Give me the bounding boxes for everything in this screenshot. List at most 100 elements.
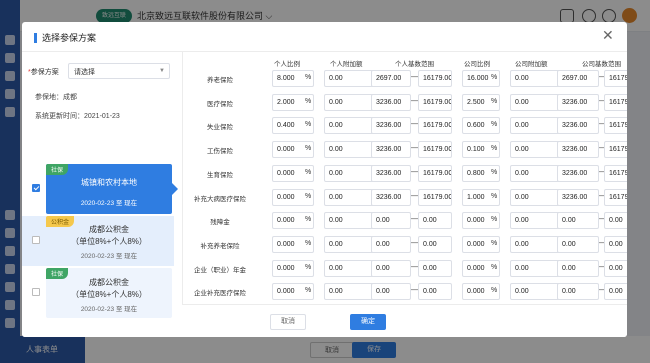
plan-rate: （单位8%+个人8%）	[71, 290, 147, 299]
c-add-input[interactable]: 0.00	[510, 212, 560, 230]
plan-card-body[interactable]: 公积金 成都公积金 （单位8%+个人8%） 2020-02-23 至 现在	[46, 216, 172, 266]
c-add-input[interactable]: 0.00	[510, 117, 560, 135]
p-add-input[interactable]: 0.00	[324, 117, 376, 135]
c-min-input[interactable]: 3236.00	[557, 188, 599, 206]
insurance-name: 生育保险	[207, 171, 233, 179]
table-row: 养老保险 8.000% 0.00 2697.00—16179.0C 16.000% 0.0…	[190, 67, 627, 91]
update-time: 系统更新时间：2021-01-23	[35, 113, 120, 120]
c-min-input[interactable]: 3236.00	[557, 164, 599, 182]
table-row: 工伤保险 0.000% 0.00 3236.00—16179.0C 0.100% 0.00…	[190, 138, 627, 162]
c-min-input[interactable]: 0.00	[557, 212, 599, 230]
percent-sign: %	[491, 74, 498, 81]
plan-checkbox[interactable]	[32, 236, 40, 244]
c-max-input[interactable]: 16179.0C	[604, 117, 627, 135]
c-min-input[interactable]: 3236.00	[557, 117, 599, 135]
c-add-input[interactable]: 0.00	[510, 235, 560, 253]
percent-sign: %	[491, 192, 498, 200]
plan-card[interactable]: 社保 成都公积金 （单位8%+个人8%） 2020-02-23 至 现在	[22, 268, 174, 318]
p-max-input[interactable]: 16179.0C	[418, 141, 452, 159]
close-icon[interactable]: ✕	[602, 27, 614, 44]
plan-card[interactable]: 社保 城镇和农村本地 2020-02-23 至 现在	[22, 164, 178, 214]
plan-checkbox[interactable]	[32, 288, 40, 296]
insurance-name: 残障金	[210, 219, 230, 227]
c-min-input[interactable]: 2697.00	[557, 70, 599, 87]
plan-card[interactable]: 公积金 成都公积金 （单位8%+个人8%） 2020-02-23 至 现在	[22, 216, 174, 266]
insurance-name: 企业（职业）年金	[194, 266, 246, 274]
c-max-input[interactable]: 0.00	[604, 259, 627, 277]
p-min-input[interactable]: 3236.00	[371, 141, 411, 159]
c-max-input[interactable]: 0.00	[604, 283, 627, 301]
plan-card-body[interactable]: 社保 城镇和农村本地 2020-02-23 至 现在	[46, 164, 172, 214]
p-add-input[interactable]: 0.00	[324, 235, 376, 253]
scheme-label: *参保方案	[28, 67, 59, 77]
plan-card-body[interactable]: 社保 成都公积金 （单位8%+个人8%） 2020-02-23 至 现在	[46, 268, 172, 318]
p-add-input[interactable]: 0.00	[324, 283, 376, 301]
p-add-input[interactable]: 0.00	[324, 188, 376, 206]
c-add-input[interactable]: 0.00	[510, 93, 560, 111]
plan-date: 2020-02-23 至 现在	[80, 306, 138, 313]
percent-sign: %	[305, 263, 312, 271]
c-max-input[interactable]: 0.00	[604, 235, 627, 253]
c-add-input[interactable]: 0.00	[510, 70, 560, 87]
percent-sign: %	[491, 216, 498, 224]
plan-checkbox-checked[interactable]	[32, 184, 40, 192]
p-min-input[interactable]: 3236.00	[371, 164, 411, 182]
p-max-input[interactable]: 0.00	[418, 235, 452, 253]
chevron-down-icon: ▼	[159, 68, 165, 74]
c-max-input[interactable]: 16179.0C	[604, 141, 627, 159]
c-max-input[interactable]: 16179.0C	[604, 93, 627, 111]
c-min-input[interactable]: 3236.00	[557, 93, 599, 111]
c-min-input[interactable]: 0.00	[557, 283, 599, 301]
p-min-input[interactable]: 3236.00	[371, 93, 411, 111]
p-add-input[interactable]: 0.00	[324, 259, 376, 277]
c-min-input[interactable]: 0.00	[557, 235, 599, 253]
percent-sign: %	[305, 97, 312, 105]
p-max-input[interactable]: 0.00	[418, 259, 452, 277]
scheme-label-text: 参保方案	[30, 69, 59, 76]
p-add-input[interactable]: 0.00	[324, 70, 376, 87]
p-max-input[interactable]: 16179.0C	[418, 117, 452, 135]
p-min-input[interactable]: 0.00	[371, 259, 411, 277]
insured-location: 参保地：成都	[35, 94, 77, 101]
select-scheme-dialog: 选择参保方案 ✕ *参保方案 请选择 ▼ 参保地：成都 系统更新时间：2021-0…	[22, 22, 627, 337]
p-max-input[interactable]: 0.00	[418, 283, 452, 301]
percent-sign: %	[305, 192, 312, 200]
percent-sign: %	[305, 145, 312, 153]
scheme-select[interactable]: 请选择 ▼	[68, 63, 170, 79]
p-max-input[interactable]: 16179.0C	[418, 93, 452, 111]
p-add-input[interactable]: 0.00	[324, 212, 376, 230]
title-accent	[34, 33, 37, 43]
c-min-input[interactable]: 0.00	[557, 259, 599, 277]
table-row: 补充大病医疗保险 0.000% 0.00 3236.00—16179.0C 1.000%…	[190, 186, 627, 210]
p-max-input[interactable]: 16179.0C	[418, 164, 452, 182]
c-max-input[interactable]: 16179.0C	[604, 188, 627, 206]
c-add-input[interactable]: 0.00	[510, 283, 560, 301]
c-add-input[interactable]: 0.00	[510, 188, 560, 206]
cancel-button[interactable]: 取消	[270, 314, 306, 330]
insurance-name: 工伤保险	[207, 148, 233, 156]
p-min-input[interactable]: 0.00	[371, 235, 411, 253]
table-row: 医疗保险 2.000% 0.00 3236.00—16179.0C 2.500% 0.00…	[190, 91, 627, 115]
p-min-input[interactable]: 3236.00	[371, 117, 411, 135]
plan-tag: 社保	[46, 164, 69, 175]
p-add-input[interactable]: 0.00	[324, 93, 376, 111]
dialog-header: 选择参保方案 ✕	[22, 22, 627, 52]
p-min-input[interactable]: 0.00	[371, 283, 411, 301]
table-row: 失业保险 0.400% 0.00 3236.00—16179.0C 0.600% 0.00…	[190, 114, 627, 138]
p-add-input[interactable]: 0.00	[324, 141, 376, 159]
p-max-input[interactable]: 16179.0C	[418, 70, 452, 87]
c-max-input[interactable]: 0.00	[604, 212, 627, 230]
c-max-input[interactable]: 16179.0C	[604, 164, 627, 182]
p-min-input[interactable]: 3236.00	[371, 188, 411, 206]
p-max-input[interactable]: 16179.0C	[418, 188, 452, 206]
c-max-input[interactable]: 16179.0C	[604, 70, 627, 87]
p-max-input[interactable]: 0.00	[418, 212, 452, 230]
p-min-input[interactable]: 2697.00	[371, 70, 411, 87]
p-min-input[interactable]: 0.00	[371, 212, 411, 230]
c-min-input[interactable]: 3236.00	[557, 141, 599, 159]
c-add-input[interactable]: 0.00	[510, 259, 560, 277]
c-add-input[interactable]: 0.00	[510, 164, 560, 182]
c-add-input[interactable]: 0.00	[510, 141, 560, 159]
p-add-input[interactable]: 0.00	[324, 164, 376, 182]
confirm-button[interactable]: 确定	[350, 314, 386, 330]
